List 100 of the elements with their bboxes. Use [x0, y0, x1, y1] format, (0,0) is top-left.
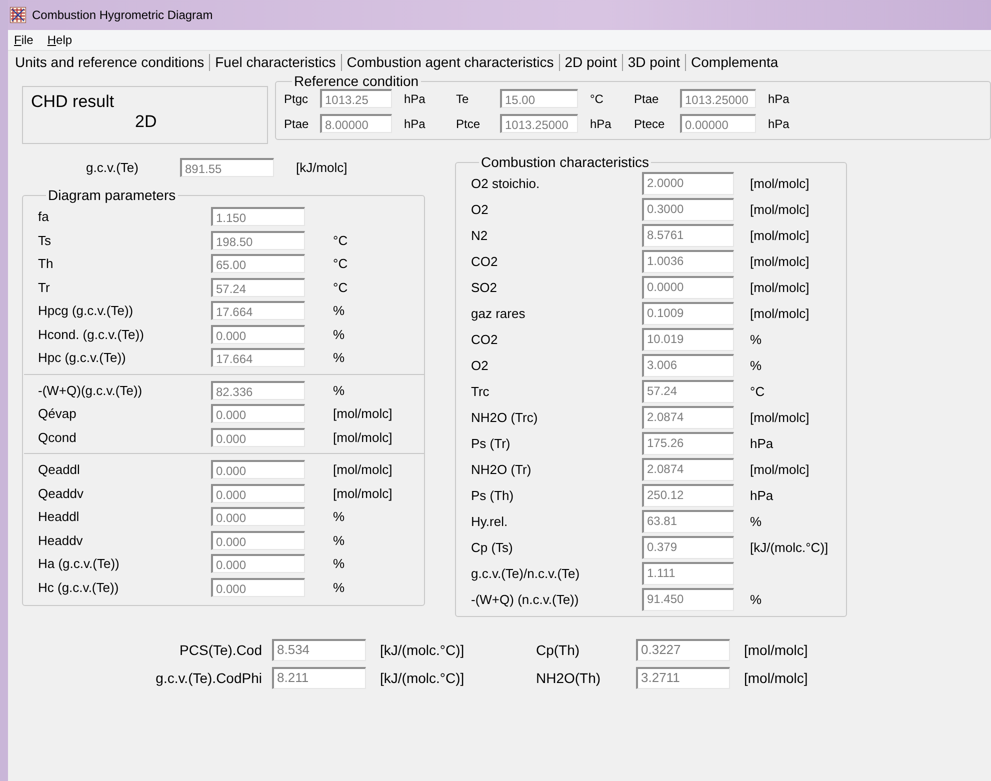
unit-label: [kJ/(molc.°C)]	[379, 642, 466, 658]
value-field[interactable]: 2.0874	[642, 406, 734, 428]
value-field[interactable]: 63.81	[642, 510, 734, 532]
value-field[interactable]: 8.00000	[320, 114, 392, 133]
value-field[interactable]: 0.3227	[636, 639, 730, 661]
value-field[interactable]: 2.0874	[642, 458, 734, 480]
unit-label: [mol/molc]	[743, 670, 809, 686]
unit-label: [mol/molc]	[750, 410, 810, 424]
value-field[interactable]: 0.1009	[642, 302, 734, 324]
field-label: Ptce	[456, 116, 482, 130]
value-field[interactable]: 57.24	[211, 278, 305, 297]
window-title: Combustion Hygrometric Diagram	[32, 8, 213, 22]
unit-label: [mol/molc]	[750, 306, 810, 320]
unit-label: [kJ/(molc.°C)]	[750, 540, 830, 554]
unit-label: hPa	[750, 436, 774, 450]
value-field[interactable]: 3.2711	[636, 667, 730, 689]
tab[interactable]: Complementa	[686, 54, 784, 70]
value-field[interactable]: 0.000	[211, 324, 305, 344]
field-label: Ptece	[634, 116, 666, 130]
value-field[interactable]: 1013.25000	[500, 114, 578, 133]
value-field[interactable]: 0.379	[642, 536, 734, 558]
unit-label: [mol/molc]	[750, 202, 810, 216]
value-field[interactable]: 891.55	[180, 158, 274, 177]
value-field[interactable]: 3.006	[642, 354, 734, 376]
group-title: Diagram parameters	[47, 187, 177, 203]
field-label: Headdv	[38, 532, 84, 548]
field-label: fa	[38, 209, 50, 224]
field-label: Hpcg (g.c.v.(Te))	[38, 303, 134, 318]
value-field[interactable]: 0.000	[211, 554, 305, 574]
value-field[interactable]: 0.000	[211, 578, 305, 597]
unit-label: %	[750, 592, 763, 606]
field-label: Hc (g.c.v.(Te))	[38, 580, 120, 595]
unit-label: [mol/molc]	[750, 254, 810, 268]
menu-item[interactable]: Help	[45, 33, 74, 47]
field-label: O2	[471, 202, 490, 216]
value-field[interactable]: 198.50	[211, 230, 305, 250]
unit-label: [mol/molc]	[750, 176, 810, 190]
field-label: g.c.v.(Te)/n.c.v.(Te)	[471, 566, 581, 580]
result-mode: 2D	[134, 112, 158, 132]
value-field[interactable]: 0.000	[211, 428, 305, 447]
field-label: Qeaddl	[38, 462, 81, 478]
value-field[interactable]: 0.000	[211, 460, 305, 480]
unit-label: %	[333, 556, 346, 572]
value-field[interactable]: 8.534	[272, 639, 366, 661]
unit-label: %	[333, 303, 346, 318]
field-label: CO2	[471, 254, 499, 268]
value-field[interactable]: 57.24	[642, 380, 734, 402]
unit-label: hPa	[590, 116, 612, 130]
field-label: CO2	[471, 332, 499, 346]
value-field[interactable]: 1.150	[211, 207, 305, 226]
unit-label: °C	[333, 256, 349, 272]
value-field[interactable]: 0.00000	[680, 114, 756, 133]
field-label: Ptgc	[284, 92, 310, 106]
value-field[interactable]: 0.3000	[642, 198, 734, 220]
value-field[interactable]: 1.111	[642, 562, 734, 584]
value-field[interactable]: 8.5761	[642, 224, 734, 246]
value-field[interactable]: 0.000	[211, 530, 305, 550]
unit-label: hPa	[768, 116, 790, 130]
value-field[interactable]: 10.019	[642, 328, 734, 350]
value-field[interactable]: 91.450	[642, 588, 734, 610]
unit-label: [mol/molc]	[333, 430, 394, 445]
unit-label: °C	[333, 232, 349, 248]
value-field[interactable]: 2.0000	[642, 172, 734, 194]
group-title: Reference condition	[293, 73, 420, 89]
field-label: Ps (Th)	[471, 488, 515, 502]
field-label: NH2O(Th)	[536, 670, 602, 686]
value-field[interactable]: 0.000	[211, 507, 305, 526]
menu-item[interactable]: File	[12, 33, 36, 47]
field-label: O2 stoichio.	[471, 176, 541, 190]
value-field[interactable]: 17.664	[211, 301, 305, 320]
field-label: Qévap	[38, 406, 78, 422]
value-field[interactable]: 8.211	[272, 667, 366, 689]
field-label: Cp(Th)	[536, 642, 581, 658]
field-label: NH2O (Tr)	[471, 462, 532, 476]
value-field[interactable]: 65.00	[211, 254, 305, 274]
value-field[interactable]: 1.0036	[642, 250, 734, 272]
unit-label: %	[750, 514, 763, 528]
value-field[interactable]: 0.000	[211, 484, 305, 503]
value-field[interactable]: 250.12	[642, 484, 734, 506]
tab[interactable]: 3D point	[622, 54, 686, 70]
tab[interactable]: Units and reference conditions	[10, 54, 210, 70]
field-label: Th	[38, 256, 54, 272]
value-field[interactable]: 15.00	[500, 89, 578, 108]
value-field[interactable]: 175.26	[642, 432, 734, 454]
value-field[interactable]: 0.0000	[642, 276, 734, 298]
field-label: SO2	[471, 280, 498, 294]
value-field[interactable]: 1013.25	[320, 89, 392, 108]
field-label: -(W+Q)(g.c.v.(Te))	[38, 382, 144, 398]
tab[interactable]: 2D point	[560, 54, 623, 70]
tab[interactable]: Fuel characteristics	[210, 54, 342, 70]
value-field[interactable]: 1013.25000	[680, 89, 756, 108]
field-label: Ptae	[634, 92, 660, 106]
tab[interactable]: Combustion agent characteristics	[342, 54, 560, 70]
value-field[interactable]: 0.000	[211, 404, 305, 424]
value-field[interactable]: 17.664	[211, 348, 305, 368]
field-label: Hpc (g.c.v.(Te))	[38, 350, 127, 366]
unit-label: °C	[750, 384, 766, 398]
value-field[interactable]: 82.336	[211, 380, 305, 400]
unit-label: %	[750, 358, 763, 372]
field-label: Ptae	[284, 116, 310, 130]
